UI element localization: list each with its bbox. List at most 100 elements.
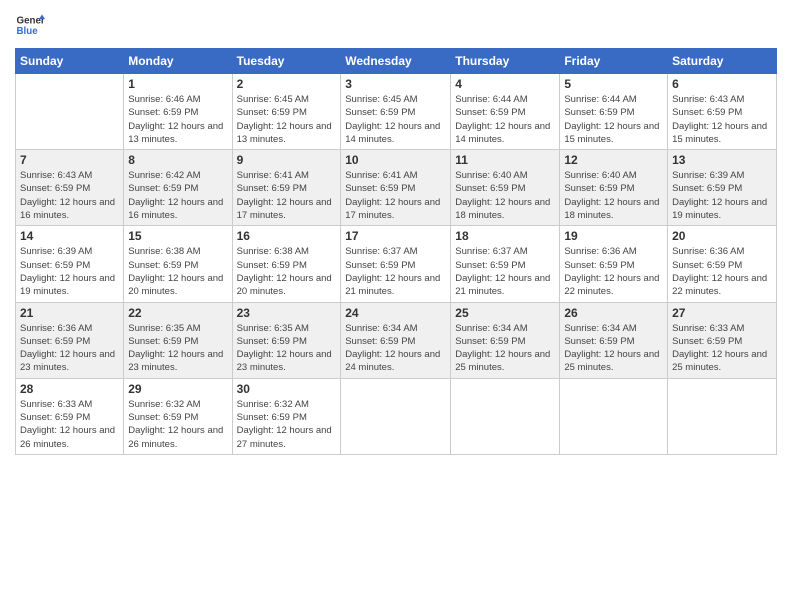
calendar-day-cell	[341, 378, 451, 454]
day-number: 10	[345, 153, 446, 167]
day-number: 11	[455, 153, 555, 167]
calendar-table: SundayMondayTuesdayWednesdayThursdayFrid…	[15, 48, 777, 455]
day-number: 22	[128, 306, 227, 320]
calendar-day-header: Tuesday	[232, 49, 341, 74]
calendar-day-cell: 22 Sunrise: 6:35 AMSunset: 6:59 PMDayligh…	[124, 302, 232, 378]
day-number: 2	[237, 77, 337, 91]
calendar-day-cell: 28 Sunrise: 6:33 AMSunset: 6:59 PMDayligh…	[16, 378, 124, 454]
day-number: 17	[345, 229, 446, 243]
calendar-week-row: 14 Sunrise: 6:39 AMSunset: 6:59 PMDayligh…	[16, 226, 777, 302]
calendar-day-cell: 21 Sunrise: 6:36 AMSunset: 6:59 PMDayligh…	[16, 302, 124, 378]
day-number: 7	[20, 153, 119, 167]
day-info: Sunrise: 6:36 AMSunset: 6:59 PMDaylight:…	[20, 322, 119, 375]
day-info: Sunrise: 6:42 AMSunset: 6:59 PMDaylight:…	[128, 169, 227, 222]
logo: General Blue	[15, 10, 29, 40]
calendar-day-cell: 26Sunrise: 6:34 AMSunset: 6:59 PMDayligh…	[560, 302, 668, 378]
day-info: Sunrise: 6:41 AMSunset: 6:59 PMDaylight:…	[237, 169, 337, 222]
calendar-week-row: 1 Sunrise: 6:46 AMSunset: 6:59 PMDaylight…	[16, 74, 777, 150]
day-info: Sunrise: 6:33 AMSunset: 6:59 PMDaylight:…	[672, 322, 772, 375]
calendar-day-cell: 6 Sunrise: 6:43 AMSunset: 6:59 PMDaylight…	[668, 74, 777, 150]
calendar-day-cell	[451, 378, 560, 454]
day-info: Sunrise: 6:43 AMSunset: 6:59 PMDaylight:…	[20, 169, 119, 222]
day-number: 29	[128, 382, 227, 396]
calendar-day-cell: 9Sunrise: 6:41 AMSunset: 6:59 PMDaylight…	[232, 150, 341, 226]
calendar-day-cell: 18Sunrise: 6:37 AMSunset: 6:59 PMDayligh…	[451, 226, 560, 302]
day-info: Sunrise: 6:34 AMSunset: 6:59 PMDaylight:…	[564, 322, 663, 375]
day-number: 12	[564, 153, 663, 167]
calendar-day-cell: 7 Sunrise: 6:43 AMSunset: 6:59 PMDaylight…	[16, 150, 124, 226]
day-info: Sunrise: 6:40 AMSunset: 6:59 PMDaylight:…	[564, 169, 663, 222]
calendar-day-header: Friday	[560, 49, 668, 74]
day-number: 18	[455, 229, 555, 243]
day-info: Sunrise: 6:39 AMSunset: 6:59 PMDaylight:…	[20, 245, 119, 298]
calendar-day-cell: 2 Sunrise: 6:45 AMSunset: 6:59 PMDaylight…	[232, 74, 341, 150]
day-number: 23	[237, 306, 337, 320]
day-number: 27	[672, 306, 772, 320]
calendar-day-cell	[16, 74, 124, 150]
day-info: Sunrise: 6:45 AMSunset: 6:59 PMDaylight:…	[345, 93, 446, 146]
day-number: 5	[564, 77, 663, 91]
day-number: 13	[672, 153, 772, 167]
day-info: Sunrise: 6:34 AMSunset: 6:59 PMDaylight:…	[455, 322, 555, 375]
day-number: 16	[237, 229, 337, 243]
calendar-week-row: 21 Sunrise: 6:36 AMSunset: 6:59 PMDayligh…	[16, 302, 777, 378]
logo-icon: General Blue	[15, 10, 45, 40]
calendar-header-row: SundayMondayTuesdayWednesdayThursdayFrid…	[16, 49, 777, 74]
page: General Blue SundayMondayTuesdayWednesda…	[0, 0, 792, 612]
day-number: 21	[20, 306, 119, 320]
day-info: Sunrise: 6:36 AMSunset: 6:59 PMDaylight:…	[672, 245, 772, 298]
day-number: 20	[672, 229, 772, 243]
day-info: Sunrise: 6:45 AMSunset: 6:59 PMDaylight:…	[237, 93, 337, 146]
calendar-day-cell: 19 Sunrise: 6:36 AMSunset: 6:59 PMDayligh…	[560, 226, 668, 302]
calendar-day-cell: 24 Sunrise: 6:34 AMSunset: 6:59 PMDayligh…	[341, 302, 451, 378]
day-info: Sunrise: 6:41 AMSunset: 6:59 PMDaylight:…	[345, 169, 446, 222]
calendar-day-cell: 29Sunrise: 6:32 AMSunset: 6:59 PMDayligh…	[124, 378, 232, 454]
day-number: 1	[128, 77, 227, 91]
day-info: Sunrise: 6:35 AMSunset: 6:59 PMDaylight:…	[237, 322, 337, 375]
day-number: 15	[128, 229, 227, 243]
calendar-day-cell	[668, 378, 777, 454]
calendar-day-header: Wednesday	[341, 49, 451, 74]
day-info: Sunrise: 6:43 AMSunset: 6:59 PMDaylight:…	[672, 93, 772, 146]
day-number: 8	[128, 153, 227, 167]
day-info: Sunrise: 6:32 AMSunset: 6:59 PMDaylight:…	[237, 398, 337, 451]
calendar-day-cell: 25Sunrise: 6:34 AMSunset: 6:59 PMDayligh…	[451, 302, 560, 378]
header: General Blue	[15, 10, 777, 40]
calendar-day-cell: 8 Sunrise: 6:42 AMSunset: 6:59 PMDaylight…	[124, 150, 232, 226]
calendar-day-cell: 27 Sunrise: 6:33 AMSunset: 6:59 PMDayligh…	[668, 302, 777, 378]
day-info: Sunrise: 6:40 AMSunset: 6:59 PMDaylight:…	[455, 169, 555, 222]
calendar-day-cell: 13 Sunrise: 6:39 AMSunset: 6:59 PMDayligh…	[668, 150, 777, 226]
calendar-day-cell: 15 Sunrise: 6:38 AMSunset: 6:59 PMDayligh…	[124, 226, 232, 302]
day-number: 3	[345, 77, 446, 91]
day-info: Sunrise: 6:37 AMSunset: 6:59 PMDaylight:…	[345, 245, 446, 298]
day-info: Sunrise: 6:34 AMSunset: 6:59 PMDaylight:…	[345, 322, 446, 375]
calendar-day-cell: 5 Sunrise: 6:44 AMSunset: 6:59 PMDaylight…	[560, 74, 668, 150]
day-number: 14	[20, 229, 119, 243]
day-info: Sunrise: 6:38 AMSunset: 6:59 PMDaylight:…	[128, 245, 227, 298]
calendar-day-cell: 10 Sunrise: 6:41 AMSunset: 6:59 PMDayligh…	[341, 150, 451, 226]
day-info: Sunrise: 6:33 AMSunset: 6:59 PMDaylight:…	[20, 398, 119, 451]
calendar-day-cell: 1 Sunrise: 6:46 AMSunset: 6:59 PMDaylight…	[124, 74, 232, 150]
calendar-day-cell: 23 Sunrise: 6:35 AMSunset: 6:59 PMDayligh…	[232, 302, 341, 378]
calendar-day-cell: 12 Sunrise: 6:40 AMSunset: 6:59 PMDayligh…	[560, 150, 668, 226]
svg-text:Blue: Blue	[17, 26, 39, 37]
day-info: Sunrise: 6:44 AMSunset: 6:59 PMDaylight:…	[564, 93, 663, 146]
calendar-day-cell: 20 Sunrise: 6:36 AMSunset: 6:59 PMDayligh…	[668, 226, 777, 302]
calendar-day-cell: 4Sunrise: 6:44 AMSunset: 6:59 PMDaylight…	[451, 74, 560, 150]
calendar-day-header: Saturday	[668, 49, 777, 74]
day-info: Sunrise: 6:35 AMSunset: 6:59 PMDaylight:…	[128, 322, 227, 375]
day-number: 6	[672, 77, 772, 91]
day-number: 24	[345, 306, 446, 320]
calendar-day-header: Thursday	[451, 49, 560, 74]
day-number: 19	[564, 229, 663, 243]
day-info: Sunrise: 6:39 AMSunset: 6:59 PMDaylight:…	[672, 169, 772, 222]
day-number: 30	[237, 382, 337, 396]
calendar-day-cell: 3 Sunrise: 6:45 AMSunset: 6:59 PMDaylight…	[341, 74, 451, 150]
calendar-day-cell: 11 Sunrise: 6:40 AMSunset: 6:59 PMDayligh…	[451, 150, 560, 226]
day-info: Sunrise: 6:38 AMSunset: 6:59 PMDaylight:…	[237, 245, 337, 298]
day-info: Sunrise: 6:36 AMSunset: 6:59 PMDaylight:…	[564, 245, 663, 298]
day-info: Sunrise: 6:46 AMSunset: 6:59 PMDaylight:…	[128, 93, 227, 146]
calendar-day-cell	[560, 378, 668, 454]
day-number: 28	[20, 382, 119, 396]
calendar-week-row: 7 Sunrise: 6:43 AMSunset: 6:59 PMDaylight…	[16, 150, 777, 226]
